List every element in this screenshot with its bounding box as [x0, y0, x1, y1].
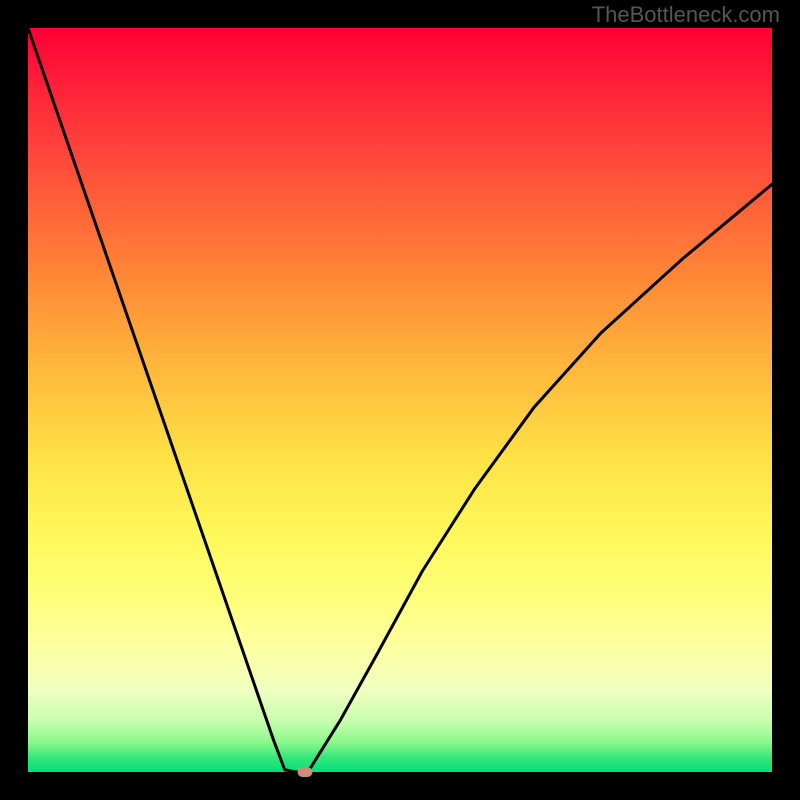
watermark-text: TheBottleneck.com: [592, 2, 780, 28]
chart-frame: TheBottleneck.com: [0, 0, 800, 800]
chart-plot-area: [28, 28, 772, 772]
bottleneck-curve: [28, 28, 772, 772]
optimal-point-marker: [297, 767, 312, 777]
